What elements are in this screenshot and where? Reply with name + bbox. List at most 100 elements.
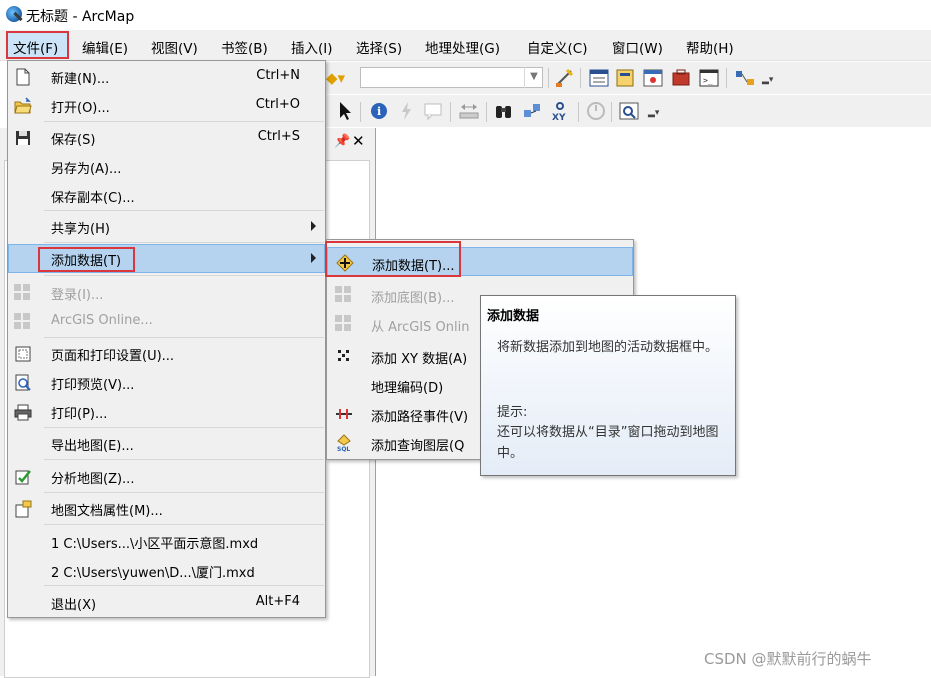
menu-separator — [44, 492, 324, 493]
sql-query-icon: SQL — [337, 434, 351, 452]
analyze-map-icon — [15, 470, 31, 485]
save-disk-icon — [16, 131, 30, 145]
toolbar-separator — [548, 68, 549, 88]
svg-text:SQL: SQL — [337, 446, 350, 452]
tooltip-body: 将新数据添加到地图的活动数据框中。 — [497, 340, 719, 355]
arctoolbox-icon[interactable] — [670, 67, 692, 89]
arcmap-app-icon — [6, 6, 22, 22]
measure-icon[interactable] — [458, 100, 480, 122]
tooltip-hint-body: 还可以将数据从“目录”窗口拖动到地图中。 — [497, 425, 719, 461]
menu-geoprocessing[interactable]: 地理处理(G) — [425, 37, 500, 57]
model-builder-icon[interactable] — [734, 67, 756, 89]
grid-icon — [14, 313, 32, 331]
layer-dropdown-icon[interactable]: ◆▾ — [326, 69, 345, 87]
page-setup-icon — [15, 346, 31, 362]
menu-separator — [44, 337, 324, 338]
grid-icon — [335, 286, 353, 304]
menu-item-new[interactable]: 新建(N)... Ctrl+N — [8, 62, 325, 91]
menu-window[interactable]: 窗口(W) — [612, 37, 663, 57]
menu-separator — [44, 121, 324, 122]
chevron-down-icon[interactable]: ▼ — [524, 67, 543, 88]
hyperlink-icon[interactable] — [396, 100, 418, 122]
scale-combobox[interactable] — [360, 67, 543, 88]
print-preview-icon — [15, 374, 31, 391]
new-document-icon — [16, 68, 30, 86]
menu-item-export-map[interactable]: 导出地图(E)... — [8, 429, 325, 458]
time-slider-icon[interactable] — [585, 100, 607, 122]
submenu-arrow-icon — [311, 221, 316, 231]
menu-item-save-as[interactable]: 另存为(A)... — [8, 152, 325, 181]
toolbar-separator — [580, 68, 581, 88]
menu-item-recent-2[interactable]: 2 C:\Users\yuwen\D...\厦门.mxd — [8, 556, 325, 585]
menu-separator — [44, 427, 324, 428]
menu-item-sign-in[interactable]: 登录(I)... — [8, 278, 325, 307]
toolbar-overflow-icon[interactable]: ▂▾ — [762, 75, 773, 85]
svg-text:i: i — [377, 105, 381, 118]
menu-item-share-as[interactable]: 共享为(H) — [8, 212, 325, 241]
grid-icon — [14, 284, 32, 302]
menu-bookmarks[interactable]: 书签(B) — [221, 37, 268, 57]
tooltip-hint-label: 提示: — [497, 405, 528, 420]
editor-pencil-icon[interactable] — [553, 67, 575, 89]
toolbar-separator — [450, 102, 451, 122]
go-to-xy-icon[interactable]: XY — [549, 100, 571, 122]
toolbar-overflow-icon[interactable]: ▂▾ — [648, 108, 659, 118]
menu-item-page-setup[interactable]: 页面和打印设置(U)... — [8, 339, 325, 368]
open-folder-icon — [14, 97, 32, 114]
menu-item-save[interactable]: 保存(S) Ctrl+S — [8, 123, 325, 152]
menu-help[interactable]: 帮助(H) — [686, 37, 734, 57]
menu-view[interactable]: 视图(V) — [151, 37, 198, 57]
find-binoculars-icon[interactable] — [493, 100, 515, 122]
toolbar-separator — [578, 102, 579, 122]
menu-item-recent-1[interactable]: 1 C:\Users...\小区平面示意图.mxd — [8, 527, 325, 556]
svg-text:XY: XY — [552, 113, 566, 122]
identify-icon[interactable]: i — [368, 100, 390, 122]
menu-customize[interactable]: 自定义(C) — [527, 37, 587, 57]
toolbar-separator — [486, 102, 487, 122]
menu-edit[interactable]: 编辑(E) — [82, 37, 128, 57]
menu-item-print[interactable]: 打印(P)... — [8, 397, 325, 426]
submenu-arrow-icon — [311, 253, 316, 263]
printer-icon — [14, 404, 32, 421]
window-title: 无标题 - ArcMap — [26, 9, 135, 25]
catalog-window-icon[interactable] — [614, 67, 636, 89]
toolbar-separator — [360, 102, 361, 122]
toolbar-separator — [611, 102, 612, 122]
toolbar-separator — [726, 68, 727, 88]
grid-icon — [335, 315, 353, 333]
tooltip-title: 添加数据 — [487, 309, 540, 324]
menu-selection[interactable]: 选择(S) — [356, 37, 402, 57]
menu-item-save-copy[interactable]: 保存副本(C)... — [8, 181, 325, 210]
annotation-highlight-box — [325, 241, 461, 277]
watermark: CSDN @默默前行的蜗牛 — [704, 650, 872, 668]
menu-item-arcgis-online[interactable]: ArcGIS Online... — [8, 307, 325, 336]
menu-separator — [44, 242, 324, 243]
menu-item-exit[interactable]: 退出(X) Alt+F4 — [8, 588, 325, 617]
route-events-icon — [336, 409, 352, 419]
search-window-icon[interactable] — [642, 67, 664, 89]
menu-separator — [44, 275, 324, 276]
menu-insert[interactable]: 插入(I) — [291, 37, 333, 57]
menu-item-open[interactable]: 打开(O)... Ctrl+O — [8, 91, 325, 120]
menu-separator — [44, 524, 324, 525]
menu-separator — [44, 459, 324, 460]
select-elements-arrow-icon[interactable] — [336, 100, 356, 122]
annotation-highlight-box — [38, 247, 135, 272]
pin-icon[interactable]: 📌 — [334, 134, 350, 149]
close-icon[interactable]: ✕ — [352, 132, 365, 150]
menu-item-analyze-map[interactable]: 分析地图(Z)... — [8, 462, 325, 491]
html-popup-icon[interactable] — [422, 100, 444, 122]
menu-item-print-preview[interactable]: 打印预览(V)... — [8, 368, 325, 397]
menu-file[interactable]: 文件(F) — [13, 37, 58, 57]
menu-separator — [44, 210, 324, 211]
title-bar — [0, 0, 931, 30]
menu-item-map-document-properties[interactable]: 地图文档属性(M)... — [8, 494, 325, 523]
find-route-icon[interactable] — [521, 100, 543, 122]
table-of-contents-icon[interactable] — [588, 67, 610, 89]
document-properties-icon — [15, 500, 32, 518]
xy-data-icon — [338, 350, 349, 361]
python-window-icon[interactable]: >_ — [698, 67, 720, 89]
zoom-window-icon[interactable] — [618, 100, 640, 122]
menu-separator — [44, 585, 324, 586]
svg-text:>_: >_ — [703, 76, 713, 85]
